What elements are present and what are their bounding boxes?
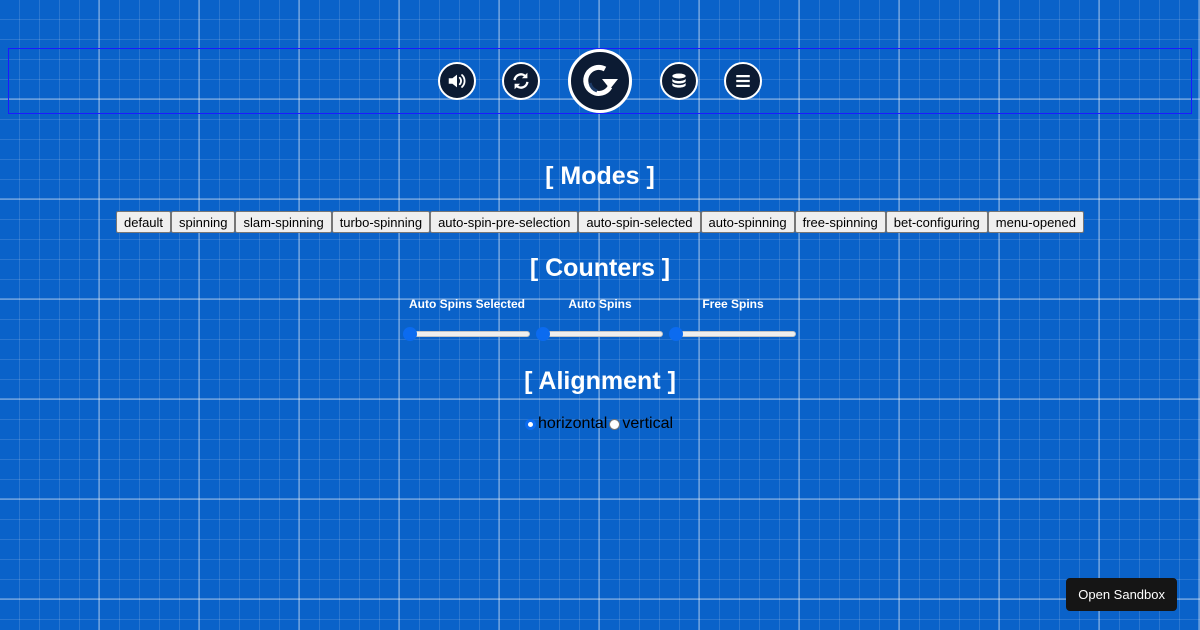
game-control-bar [8, 48, 1192, 114]
spin-button[interactable] [568, 49, 632, 113]
menu-icon [736, 75, 750, 87]
counter-label: Auto Spins Selected [408, 297, 526, 311]
mode-button-menu-opened[interactable]: menu-opened [987, 211, 1084, 233]
counters-heading: [ Counters ] [529, 254, 671, 282]
mode-button-spinning[interactable]: spinning [171, 211, 236, 233]
counter-label: Auto Spins [568, 297, 632, 311]
modes-button-group: default spinning slam-spinning turbo-spi… [0, 211, 1200, 233]
auto-spins-slider[interactable] [536, 326, 663, 342]
free-spins-slider[interactable] [669, 326, 796, 342]
radio-label-vertical[interactable]: vertical [622, 415, 673, 433]
mode-button-auto-spin-selected[interactable]: auto-spin-selected [578, 211, 701, 233]
counter-auto-spins: Auto Spins [534, 297, 667, 342]
mode-button-default[interactable]: default [116, 211, 172, 233]
auto-spins-selected-slider[interactable] [403, 326, 530, 342]
counters-group: Auto Spins Selected Auto Spins Free Spin… [0, 297, 1200, 342]
mode-button-free-spinning[interactable]: free-spinning [794, 211, 886, 233]
alignment-heading: [ Alignment ] [524, 367, 676, 395]
counter-auto-spins-selected: Auto Spins Selected [401, 297, 534, 342]
alignment-radio-group: horizontal vertical [0, 415, 1200, 433]
slider-track [404, 331, 530, 337]
sound-button[interactable] [438, 62, 476, 100]
refresh-button[interactable] [502, 62, 540, 100]
modes-heading: [ Modes ] [545, 162, 655, 190]
refresh-icon [513, 72, 529, 90]
bet-button[interactable] [660, 62, 698, 100]
mode-button-slam-spinning[interactable]: slam-spinning [235, 211, 332, 233]
mode-button-auto-spinning[interactable]: auto-spinning [700, 211, 795, 233]
counter-label: Free Spins [702, 297, 764, 311]
menu-button[interactable] [724, 62, 762, 100]
slider-thumb[interactable] [669, 327, 683, 341]
counter-free-spins: Free Spins [667, 297, 800, 342]
slider-thumb[interactable] [536, 327, 550, 341]
speaker-icon [448, 74, 466, 88]
radio-label-horizontal[interactable]: horizontal [538, 415, 607, 433]
coins-icon [672, 73, 686, 88]
slider-track [670, 331, 796, 337]
mode-button-turbo-spinning[interactable]: turbo-spinning [331, 211, 431, 233]
mode-button-auto-spin-pre-selection[interactable]: auto-spin-pre-selection [430, 211, 579, 233]
slider-track [537, 331, 663, 337]
mode-button-bet-configuring[interactable]: bet-configuring [885, 211, 988, 233]
open-sandbox-button[interactable]: Open Sandbox [1066, 578, 1177, 611]
radio-vertical[interactable] [609, 418, 621, 430]
radio-horizontal[interactable] [524, 418, 536, 430]
spin-icon [583, 64, 618, 96]
slider-thumb[interactable] [403, 327, 417, 341]
